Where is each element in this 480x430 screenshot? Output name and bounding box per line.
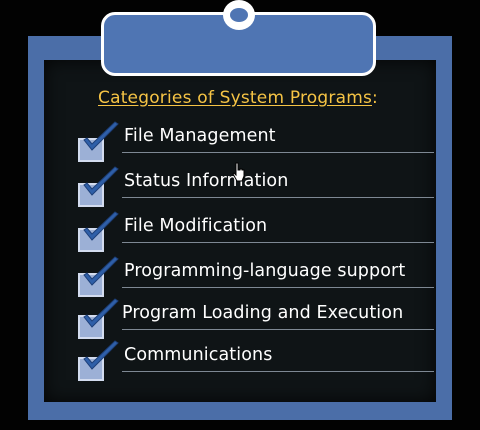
list-item: File Management — [76, 121, 436, 170]
list-item-label: Status Information — [124, 171, 289, 191]
slide-title-colon: : — [372, 88, 378, 108]
list-item-label: File Modification — [124, 216, 268, 236]
list-item-label: File Management — [124, 126, 276, 146]
divider — [122, 371, 434, 372]
list-item: Programming-language support — [76, 256, 436, 305]
checkmark-icon — [83, 121, 119, 151]
checkmark-icon — [83, 298, 119, 328]
divider — [122, 197, 434, 198]
list-item: File Modification — [76, 211, 436, 260]
checkmark-icon — [83, 211, 119, 241]
list-item-label: Communications — [124, 345, 273, 365]
divider — [122, 287, 434, 288]
list-item-label: Program Loading and Execution — [122, 303, 404, 323]
checkmark-icon — [83, 166, 119, 196]
checkmark-icon — [83, 340, 119, 370]
clipboard-ring — [223, 0, 255, 30]
slide-title: Categories of System Programs — [98, 88, 373, 108]
hand-pointer-icon — [232, 162, 245, 182]
list-item-label: Programming-language support — [124, 261, 406, 281]
divider — [122, 329, 434, 330]
list-item: Communications — [76, 340, 436, 389]
divider — [122, 242, 434, 243]
divider — [122, 152, 434, 153]
list-item: Program Loading and Execution — [76, 298, 436, 347]
checkmark-icon — [83, 256, 119, 286]
list-item: Status Information — [76, 166, 436, 215]
slide: Categories of System Programs: File Mana… — [0, 0, 480, 430]
slide-heading: Categories of System Programs: — [98, 88, 438, 108]
